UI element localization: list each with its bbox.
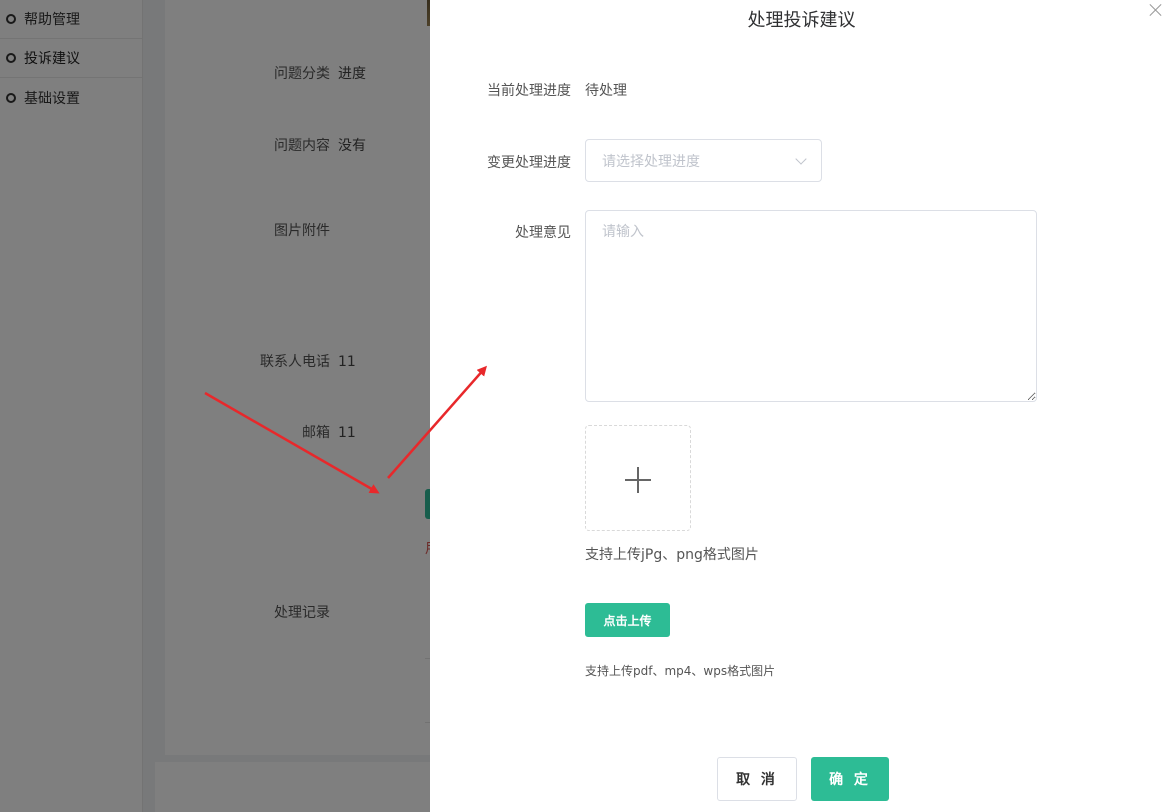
upload-button[interactable]: 点击上传 — [585, 603, 670, 637]
close-icon[interactable] — [1149, 3, 1163, 17]
image-upload-hint: 支持上传jPg、png格式图片 — [585, 547, 759, 563]
confirm-button[interactable]: 确 定 — [811, 757, 889, 801]
opinion-label: 处理意见 — [515, 225, 571, 241]
overlay-mask[interactable] — [0, 0, 430, 812]
complaint-drawer: 处理投诉建议 当前处理进度 待处理 变更处理进度 请选择处理进度 处理意见 支持… — [430, 0, 1173, 812]
opinion-textarea[interactable] — [585, 210, 1037, 402]
cancel-button[interactable]: 取 消 — [717, 757, 797, 801]
file-upload-hint: 支持上传pdf、mp4、wps格式图片 — [585, 664, 776, 678]
change-progress-label: 变更处理进度 — [487, 155, 571, 171]
current-progress-value: 待处理 — [585, 83, 627, 99]
drawer-title: 处理投诉建议 — [747, 10, 856, 31]
progress-select-placeholder: 请选择处理进度 — [602, 153, 700, 170]
image-upload-box[interactable] — [585, 425, 691, 531]
current-progress-label: 当前处理进度 — [487, 83, 571, 99]
progress-select[interactable]: 请选择处理进度 — [585, 139, 822, 182]
plus-icon — [625, 467, 651, 493]
chevron-down-icon — [795, 152, 807, 165]
